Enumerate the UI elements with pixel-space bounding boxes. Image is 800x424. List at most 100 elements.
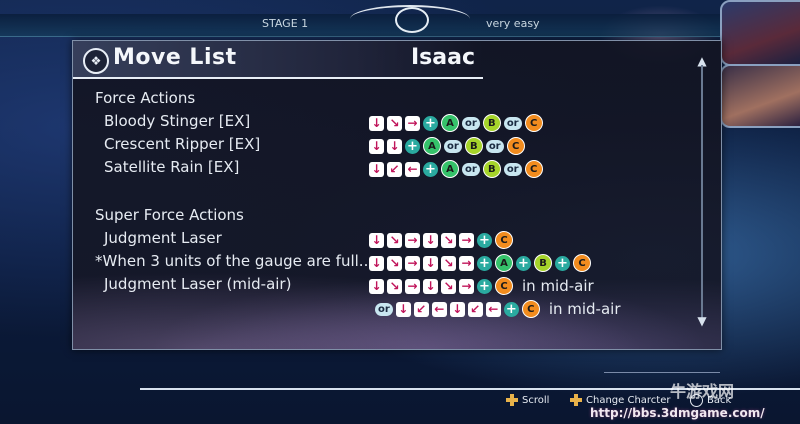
scroll-label: Scroll bbox=[522, 394, 550, 406]
down-arrow-icon: ↓ bbox=[449, 301, 465, 317]
plus-icon: + bbox=[423, 115, 438, 131]
move-name: *When 3 units of the gauge are full... bbox=[95, 252, 374, 270]
panel-title: Move List bbox=[113, 45, 237, 70]
down-right-arrow-icon: ↘ bbox=[387, 232, 402, 248]
move-name: Bloody Stinger [EX] bbox=[104, 112, 251, 130]
watermark-url: http://bbs.3dmgame.com/ bbox=[590, 406, 765, 420]
down-left-arrow-icon: ↙ bbox=[387, 161, 402, 177]
button-b-icon: B bbox=[482, 160, 501, 178]
button-a-icon: A bbox=[423, 137, 441, 155]
right-arrow-icon: → bbox=[405, 232, 420, 248]
button-c-icon: C bbox=[495, 231, 513, 249]
watermark-logo: 牛游戏网 bbox=[670, 382, 735, 401]
plus-icon: + bbox=[477, 232, 492, 248]
scroll-control[interactable]: Scroll bbox=[506, 394, 549, 406]
move-row: or ↓ ↙ ← ↓ ↙ ← + Cin mid-air bbox=[73, 298, 673, 320]
dpad-icon bbox=[570, 394, 582, 406]
button-c-icon: C bbox=[524, 114, 543, 132]
crest-icon: ❖ bbox=[83, 48, 109, 74]
character-portrait-1 bbox=[720, 0, 800, 66]
or-separator: or bbox=[503, 116, 522, 130]
command-inputs: ↓ ↘ → ↓ ↘ → + C bbox=[369, 231, 513, 249]
plus-icon: + bbox=[555, 255, 570, 271]
down-right-arrow-icon: ↘ bbox=[387, 278, 402, 294]
difficulty-label: very easy bbox=[486, 17, 540, 30]
move-row: Bloody Stinger [EX] ↓ ↘ → + Aor Bor C bbox=[73, 112, 673, 134]
down-right-arrow-icon: ↘ bbox=[441, 278, 456, 294]
or-separator: or bbox=[375, 302, 393, 316]
down-arrow-icon: ↓ bbox=[387, 138, 402, 154]
down-right-arrow-icon: ↘ bbox=[387, 255, 402, 271]
plus-icon: + bbox=[503, 301, 519, 317]
right-arrow-icon: → bbox=[459, 278, 474, 294]
change-character-control[interactable]: Change Charcter bbox=[570, 394, 671, 406]
or-separator: or bbox=[462, 116, 480, 130]
left-arrow-icon: ← bbox=[405, 161, 420, 177]
or-separator: or bbox=[444, 139, 462, 153]
scrollbar[interactable] bbox=[701, 65, 703, 321]
plus-icon: + bbox=[423, 161, 438, 177]
move-suffix: in mid-air bbox=[548, 300, 621, 318]
left-arrow-icon: ← bbox=[431, 301, 447, 317]
button-c-icon: C bbox=[524, 160, 543, 178]
button-b-icon: B bbox=[464, 137, 483, 155]
right-arrow-icon: → bbox=[459, 232, 474, 248]
down-right-arrow-icon: ↘ bbox=[387, 115, 402, 131]
button-b-icon: B bbox=[482, 114, 501, 132]
command-inputs: or ↓ ↙ ← ↓ ↙ ← + Cin mid-air bbox=[375, 300, 621, 318]
right-arrow-icon: → bbox=[459, 255, 474, 271]
button-c-icon: C bbox=[521, 300, 540, 318]
character-name: Isaac bbox=[411, 45, 476, 70]
move-name: Crescent Ripper [EX] bbox=[104, 135, 261, 153]
move-row: Crescent Ripper [EX] ↓ ↓ + Aor Bor C bbox=[73, 135, 673, 157]
move-row: *When 3 units of the gauge are full... ↓ ↘… bbox=[73, 252, 673, 274]
button-a-icon: A bbox=[495, 254, 513, 272]
down-arrow-icon: ↓ bbox=[423, 278, 438, 294]
button-c-icon: C bbox=[506, 137, 525, 155]
right-arrow-icon: → bbox=[405, 278, 420, 294]
down-left-arrow-icon: ↙ bbox=[413, 301, 429, 317]
move-name: Judgment Laser (mid-air) bbox=[104, 275, 292, 293]
move-row: Satellite Rain [EX] ↓ ↙ ← + Aor Bor C bbox=[73, 158, 673, 180]
down-arrow-icon: ↓ bbox=[369, 278, 384, 294]
command-inputs: ↓ ↓ + Aor Bor C bbox=[369, 137, 525, 155]
down-arrow-icon: ↓ bbox=[369, 255, 384, 271]
or-separator: or bbox=[503, 162, 522, 176]
button-c-icon: C bbox=[495, 277, 513, 295]
down-arrow-icon: ↓ bbox=[369, 115, 384, 131]
down-arrow-icon: ↓ bbox=[423, 232, 438, 248]
down-arrow-icon: ↓ bbox=[423, 255, 438, 271]
section-title: Super Force Actions bbox=[95, 206, 244, 224]
move-name: Satellite Rain [EX] bbox=[104, 158, 240, 176]
or-separator: or bbox=[485, 139, 504, 153]
right-arrow-icon: → bbox=[405, 255, 420, 271]
move-suffix: in mid-air bbox=[522, 277, 594, 295]
character-portrait-2 bbox=[720, 64, 800, 128]
left-arrow-icon: ← bbox=[485, 301, 501, 317]
move-list-panel: ❖ Move List Isaac ▲ ▼ Force Actions Blood… bbox=[72, 40, 722, 350]
down-arrow-icon: ↓ bbox=[369, 161, 384, 177]
down-arrow-icon: ↓ bbox=[395, 301, 411, 317]
stage-label: STAGE 1 bbox=[262, 17, 309, 30]
or-separator: or bbox=[462, 162, 480, 176]
plus-icon: + bbox=[405, 138, 420, 154]
change-character-label: Change Charcter bbox=[586, 394, 671, 406]
plus-icon: + bbox=[516, 255, 531, 271]
button-a-icon: A bbox=[441, 160, 459, 178]
move-name: Judgment Laser bbox=[104, 229, 222, 247]
scroll-down-icon[interactable]: ▼ bbox=[694, 313, 710, 329]
plus-icon: + bbox=[477, 278, 492, 294]
command-inputs: ↓ ↘ → ↓ ↘ → + Cin mid-air bbox=[369, 277, 594, 295]
right-arrow-icon: → bbox=[405, 115, 420, 131]
move-row: Judgment Laser ↓ ↘ → ↓ ↘ → + C bbox=[73, 229, 673, 251]
down-right-arrow-icon: ↘ bbox=[441, 255, 456, 271]
command-inputs: ↓ ↘ → + Aor Bor C bbox=[369, 114, 543, 132]
down-right-arrow-icon: ↘ bbox=[441, 232, 456, 248]
button-a-icon: A bbox=[441, 114, 459, 132]
move-row: Judgment Laser (mid-air) ↓ ↘ → ↓ ↘ → + Cin mid-a… bbox=[73, 275, 673, 297]
command-inputs: ↓ ↘ → ↓ ↘ → + A + B + C bbox=[369, 254, 591, 272]
plus-icon: + bbox=[477, 255, 492, 271]
down-left-arrow-icon: ↙ bbox=[467, 301, 483, 317]
command-inputs: ↓ ↙ ← + Aor Bor C bbox=[369, 160, 543, 178]
hud-crest-icon bbox=[395, 7, 429, 33]
